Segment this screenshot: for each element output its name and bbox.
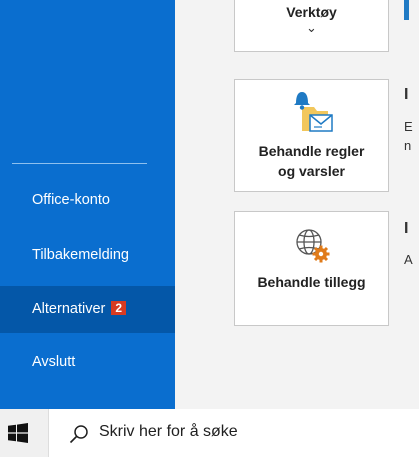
sidebar-item-options[interactable]: Alternativer 2	[0, 286, 175, 333]
sidebar: Office-konto Tilbakemelding Alternativer…	[0, 0, 175, 409]
sidebar-item-label: Office-konto	[32, 192, 110, 208]
sidebar-item-feedback[interactable]: Tilbakemelding	[0, 232, 175, 279]
sidebar-item-office-account[interactable]: Office-konto	[0, 177, 175, 224]
manage-addins-button[interactable]: Behandle tillegg	[234, 211, 389, 326]
search-placeholder: Skriv her for å søke	[99, 423, 238, 440]
accent-strip	[404, 0, 409, 20]
rules-label-line2: og varsler	[278, 163, 345, 179]
main-content	[175, 0, 419, 409]
taskbar-search-box[interactable]: Skriv her for å søke	[48, 409, 419, 457]
sidebar-divider	[12, 163, 147, 164]
search-icon	[69, 425, 88, 444]
tools-button[interactable]: Verktøy ⌄	[234, 0, 389, 52]
addins-heading: I	[404, 220, 409, 237]
addins-description: A	[404, 252, 413, 267]
tools-label: Verktøy	[286, 4, 337, 20]
rules-heading: I	[404, 86, 409, 103]
addins-label: Behandle tillegg	[257, 274, 366, 290]
chevron-down-icon: ⌄	[306, 20, 317, 35]
rules-label-line1: Behandle regler	[258, 143, 365, 159]
sidebar-item-exit[interactable]: Avslutt	[0, 339, 175, 386]
globe-gear-icon	[295, 229, 329, 263]
notification-badge: 2	[111, 301, 127, 315]
rules-alerts-icon	[293, 92, 333, 132]
sidebar-item-label: Alternativer	[32, 301, 106, 317]
sidebar-item-label: Avslutt	[32, 354, 76, 370]
taskbar: Skriv her for å søke	[0, 409, 419, 457]
sidebar-item-label: Tilbakemelding	[32, 247, 129, 263]
rules-description-line1: E	[404, 119, 413, 134]
rules-description-line2: n	[404, 138, 412, 153]
manage-rules-alerts-button[interactable]: Behandle regler og varsler	[234, 79, 389, 192]
windows-logo-icon[interactable]	[8, 423, 28, 443]
